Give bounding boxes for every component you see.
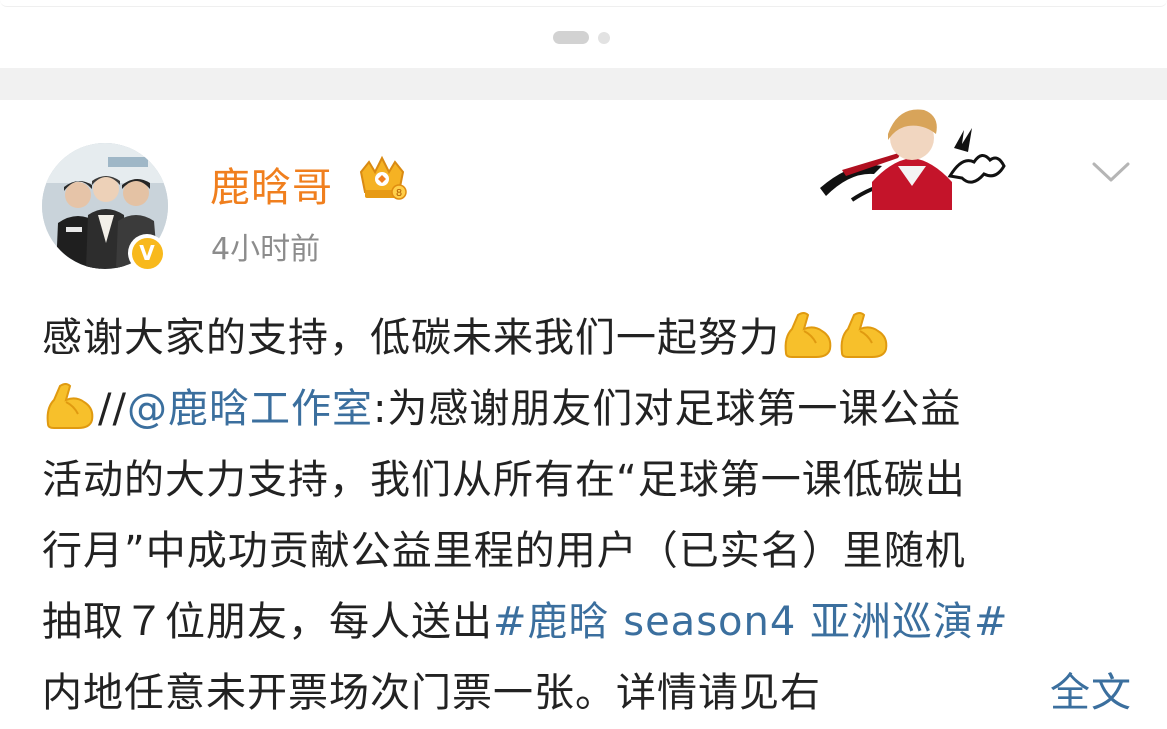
flexed-biceps-icon: [840, 312, 888, 358]
post-line-3: 活动的大力支持，我们从所有在“足球第一课低碳出: [42, 457, 966, 503]
post-line-2: //@鹿晗工作室:为感谢朋友们对足球第一课公益: [42, 374, 1132, 445]
previous-card: [0, 0, 1167, 68]
chevron-down-icon[interactable]: [1090, 156, 1132, 186]
flexed-biceps-icon: [784, 312, 832, 358]
post-text-segment: :为感谢朋友们对足球第一课公益: [372, 386, 962, 432]
repost-separator: //: [98, 386, 127, 432]
username[interactable]: 鹿晗哥: [210, 155, 333, 213]
weibo-post: V 鹿晗哥 8 4小时前 感谢大家的支持，低碳未来我们一起努力 //@鹿晗工作室…: [0, 100, 1167, 719]
verified-icon: V: [131, 237, 163, 269]
hashtag-link[interactable]: #鹿晗 season4 亚洲巡演#: [493, 599, 1009, 645]
crown-icon[interactable]: 8: [355, 154, 409, 204]
previous-card-edge: [0, 0, 1167, 7]
post-line-6: 内地任意未开票场次门票一张。详情请见右 全文: [42, 658, 1132, 729]
post-line-5: 抽取７位朋友，每人送出#鹿晗 season4 亚洲巡演#: [42, 587, 1132, 658]
verified-badge: V: [128, 234, 166, 272]
pager-dots[interactable]: [553, 31, 610, 44]
card-decoration-image[interactable]: [812, 100, 1012, 210]
expand-full-text-link[interactable]: 全文: [1050, 658, 1132, 729]
flexed-biceps-icon: [46, 383, 94, 429]
svg-text:8: 8: [396, 188, 402, 199]
pager-dot[interactable]: [598, 31, 610, 44]
post-text-segment: 内地任意未开票场次门票一张。详情请见右: [42, 670, 821, 716]
post-text-segment: 感谢大家的支持，低碳未来我们一起努力: [42, 315, 780, 361]
post-line-1: 感谢大家的支持，低碳未来我们一起努力: [42, 303, 1132, 374]
feed-separator: [0, 68, 1167, 100]
post-timestamp: 4小时前: [211, 232, 321, 267]
post-text-segment: 抽取７位朋友，每人送出: [42, 599, 493, 645]
mention-link[interactable]: @鹿晗工作室: [127, 386, 373, 432]
pager-dot-active[interactable]: [553, 31, 589, 44]
post-body: 感谢大家的支持，低碳未来我们一起努力 //@鹿晗工作室:为感谢朋友们对足球第一课…: [42, 303, 1132, 729]
post-line-4: 行月”中成功贡献公益里程的用户（已实名）里随机: [42, 528, 966, 574]
